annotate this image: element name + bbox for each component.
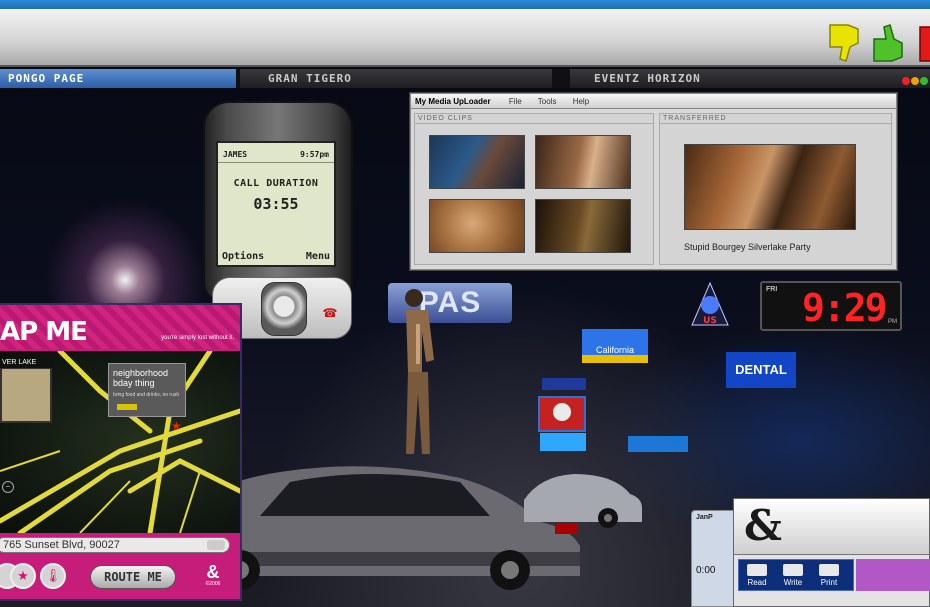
- small-blue-sign: [542, 378, 586, 390]
- ampersand-logo-icon: &: [206, 562, 220, 582]
- menu-tools[interactable]: Tools: [538, 97, 557, 106]
- menu-file[interactable]: File: [509, 97, 522, 106]
- tab-label: EVENTZ HORIZON: [594, 72, 701, 85]
- transferred-heading: TRANSFERRED: [660, 114, 891, 124]
- phone-clock: 9:57pm: [300, 150, 329, 159]
- thermometer-icon[interactable]: 🌡: [40, 563, 66, 589]
- transferred-video[interactable]: [684, 144, 856, 230]
- map-title: AP ME: [0, 317, 88, 347]
- tab-pongo-page[interactable]: PONGO PAGE: [0, 69, 236, 88]
- desktop-screen: PONGO PAGE GRAN TIGERO EVENTZ HORIZON PA…: [0, 0, 930, 607]
- read-button[interactable]: Read: [739, 560, 775, 590]
- write-button[interactable]: Write: [775, 560, 811, 590]
- close-icon[interactable]: [902, 77, 910, 85]
- video-thumbnail[interactable]: [535, 199, 631, 253]
- area-thumbnail: VER LAKE: [0, 358, 54, 423]
- video-clips-panel: VIDEO CLIPS: [414, 113, 654, 265]
- call-duration-label: CALL DURATION: [233, 178, 319, 189]
- event-bubble[interactable]: neighborhood bday thing bring food and d…: [108, 363, 186, 417]
- map-header: AP ME you're simply lost without it.: [0, 305, 240, 349]
- clock-ampm: PM: [888, 319, 897, 325]
- blue-light-sign: [540, 433, 586, 451]
- brand-logo: & ©2006: [196, 563, 230, 587]
- nav-button[interactable]: [261, 282, 307, 336]
- print-button[interactable]: Print: [811, 560, 847, 590]
- address-field[interactable]: 765 Sunset Blvd, 90027: [0, 537, 230, 553]
- phone-screen: JAMES 9:57pm CALL DURATION 03:55 Options…: [216, 141, 336, 267]
- uploader-title: My Media UpLoader: [415, 97, 491, 106]
- thumbs-up-icon[interactable]: [870, 21, 910, 65]
- document-window: & Read Write Print: [733, 498, 930, 607]
- tab-bar: PONGO PAGE GRAN TIGERO EVENTZ HORIZON: [0, 69, 930, 88]
- event-badge: [117, 404, 137, 410]
- map-footer: ★ 🌡 ROUTE ME & ©2006: [0, 557, 240, 601]
- svg-text:US: US: [703, 316, 717, 326]
- us-logo: US: [691, 281, 729, 326]
- call-duration-value: 03:55: [253, 195, 299, 213]
- video-thumbnail[interactable]: [429, 135, 525, 189]
- menu-softkey[interactable]: Menu: [306, 251, 330, 262]
- ampersand-logo-icon: &: [744, 501, 782, 550]
- video-thumbnail[interactable]: [535, 135, 631, 189]
- document-toolbar: Read Write Print: [738, 559, 854, 591]
- star-icon[interactable]: ★: [10, 563, 36, 589]
- caller-name: JAMES: [223, 150, 248, 159]
- video-caption: Stupid Bourgey Silverlake Party: [684, 242, 811, 252]
- distant-car: [524, 474, 642, 528]
- tab-label: GRAN TIGERO: [268, 72, 352, 85]
- event-title: neighborhood bday thing: [113, 368, 169, 388]
- window-controls: [901, 72, 928, 91]
- clock-day: FRI: [766, 286, 778, 293]
- video-clips-heading: VIDEO CLIPS: [415, 114, 653, 124]
- standing-man: [405, 289, 434, 454]
- area-label: VER LAKE: [0, 358, 54, 368]
- document-panel: [856, 559, 930, 591]
- event-subtitle: bring food and drinks, no rush: [113, 392, 180, 398]
- maximize-icon[interactable]: [920, 77, 928, 85]
- jan-window-value: 0:00: [696, 565, 716, 576]
- top-strip: [0, 0, 930, 9]
- blue-light-strip: [628, 436, 688, 452]
- top-toolbar: [0, 9, 930, 67]
- end-call-icon[interactable]: ☎: [317, 306, 343, 326]
- address-go-button[interactable]: [207, 540, 225, 550]
- menu-help[interactable]: Help: [573, 97, 589, 106]
- tab-eventz-horizon[interactable]: EVENTZ HORIZON: [570, 69, 930, 88]
- minimize-icon[interactable]: [911, 77, 919, 85]
- video-thumbnail[interactable]: [429, 199, 525, 253]
- dental-sign: DENTAL: [726, 352, 796, 388]
- digital-clock: FRI 9:29 PM: [760, 281, 902, 331]
- route-me-button[interactable]: ROUTE ME: [90, 565, 176, 589]
- media-uploader-window: My Media UpLoader File Tools Help VIDEO …: [410, 93, 897, 270]
- transferred-panel: TRANSFERRED Stupid Bourgey Silverlake Pa…: [659, 113, 892, 265]
- zoom-icon[interactable]: −: [2, 481, 14, 493]
- document-header: &: [734, 499, 929, 555]
- map-tagline: you're simply lost without it.: [161, 335, 234, 341]
- options-softkey[interactable]: Options: [222, 251, 264, 262]
- address-value: 765 Sunset Blvd, 90027: [3, 539, 120, 551]
- brand-year: ©2006: [205, 581, 221, 587]
- thumbs-down-icon[interactable]: [826, 21, 866, 65]
- star-pin-icon[interactable]: ★: [171, 419, 182, 433]
- clock-time: 9:29: [802, 286, 888, 330]
- map-view[interactable]: VER LAKE neighborhood bday thing bring f…: [0, 351, 240, 533]
- tab-gran-tigero[interactable]: GRAN TIGERO: [240, 69, 552, 88]
- stop-icon[interactable]: [914, 21, 930, 65]
- california-sign: California: [582, 329, 648, 363]
- map-me-window: AP ME you're simply lost without it. VER…: [0, 303, 242, 601]
- uploader-title-bar: My Media UpLoader File Tools Help: [411, 94, 896, 109]
- red-sign: [538, 396, 586, 432]
